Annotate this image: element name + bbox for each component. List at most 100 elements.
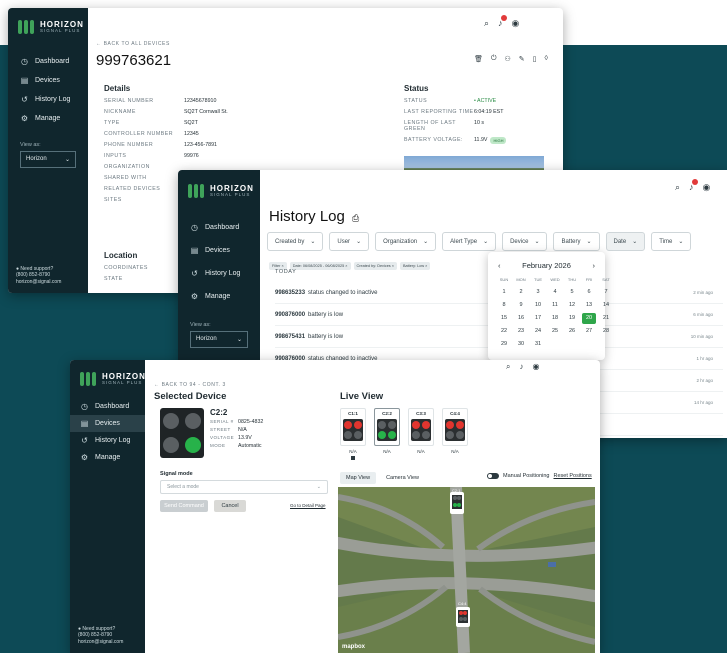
device-id[interactable]: 990876000 <box>275 312 305 318</box>
search-icon[interactable]: ⌕ <box>484 18 489 29</box>
sidebar-item-dashboard[interactable]: ◷ Dashboard <box>8 52 88 71</box>
brand-logo[interactable]: HORIZON SIGNAL PLUS <box>70 360 145 398</box>
filter-time[interactable]: Time ⌄ <box>651 232 692 251</box>
calendar-day[interactable]: 31 <box>531 339 545 350</box>
manual-positioning-toggle[interactable] <box>487 473 499 479</box>
calendar-day[interactable]: 27 <box>582 326 596 337</box>
document-icon[interactable]: ▯ <box>533 55 537 63</box>
filter-tag[interactable]: Battery: Low × <box>399 262 431 270</box>
calendar-day[interactable]: 24 <box>531 326 545 337</box>
filter-tag[interactable]: Date: 06/08/2025 - 06/08/2025 × <box>289 262 351 270</box>
calendar-day[interactable]: 25 <box>548 326 562 337</box>
calendar-day[interactable]: 4 <box>548 287 562 298</box>
calendar-day[interactable]: 7 <box>599 287 613 298</box>
sidebar-item-devices[interactable]: ▤ Devices <box>178 239 260 262</box>
calendar-day[interactable]: 12 <box>565 300 579 311</box>
prev-month-button[interactable]: ‹ <box>498 261 501 270</box>
filter-date[interactable]: Date ⌄ <box>605 232 646 251</box>
user-icon[interactable]: ⚇ <box>505 55 511 63</box>
filter-organization[interactable]: Organization ⌄ <box>375 232 437 251</box>
device-id[interactable]: 998635233 <box>275 290 305 296</box>
map-view[interactable]: C2:1 C4:4 mapbox <box>338 487 595 653</box>
notifications-icon[interactable]: ♪ <box>519 362 523 372</box>
calendar-day[interactable]: 17 <box>531 313 545 324</box>
alert-icon[interactable]: ◊ <box>545 55 548 63</box>
calendar-day[interactable]: 23 <box>514 326 528 337</box>
calendar-day[interactable]: 19 <box>565 313 579 324</box>
notifications-icon[interactable]: ♪ <box>498 15 507 29</box>
sidebar-item-history-log[interactable]: ↺ History Log <box>178 262 260 285</box>
filter-alert-type[interactable]: Alert Type ⌄ <box>442 232 497 251</box>
live-signal-3[interactable]: C3:3 N/A <box>408 408 434 460</box>
filter-device[interactable]: Device ⌄ <box>502 232 548 251</box>
back-link[interactable]: ← BACK TO 94 - CONT. 3 <box>154 382 226 388</box>
filter-battery[interactable]: Battery ⌄ <box>553 232 600 251</box>
map-signal-label: C2:1 <box>452 488 461 493</box>
live-signal-2[interactable]: C2:2 N/A <box>374 408 400 460</box>
calendar-day[interactable]: 2 <box>514 287 528 298</box>
brand-logo[interactable]: HORIZON SIGNAL PLUS <box>178 170 260 212</box>
sidebar-item-devices[interactable]: ▤ Devices <box>70 415 145 432</box>
sidebar-item-manage[interactable]: ⚙ Manage <box>8 109 88 128</box>
sidebar-item-dashboard[interactable]: ◷ Dashboard <box>70 398 145 415</box>
view-as-select[interactable]: Horizon ⌄ <box>190 331 248 348</box>
calendar-day[interactable]: 6 <box>582 287 596 298</box>
calendar-day[interactable]: 9 <box>514 300 528 311</box>
live-signal-1[interactable]: C1:1 N/A <box>340 408 366 460</box>
calendar-day[interactable]: 8 <box>497 300 511 311</box>
calendar-day[interactable]: 29 <box>497 339 511 350</box>
filter-user[interactable]: User ⌄ <box>329 232 370 251</box>
calendar-day[interactable]: 26 <box>565 326 579 337</box>
tab-camera-view[interactable]: Camera View <box>380 472 425 484</box>
profile-icon[interactable]: ◉ <box>532 362 539 372</box>
support-email[interactable]: horizon@signal.com <box>16 279 61 286</box>
calendar-day[interactable]: 18 <box>548 313 562 324</box>
calendar-day[interactable]: 16 <box>514 313 528 324</box>
calendar-day[interactable]: 13 <box>582 300 596 311</box>
tab-map-view[interactable]: Map View <box>340 472 377 484</box>
edit-icon[interactable]: ✎ <box>519 55 525 63</box>
calendar-day[interactable]: 15 <box>497 313 511 324</box>
cancel-button[interactable]: Cancel <box>214 500 246 512</box>
search-icon[interactable]: ⌕ <box>506 362 510 372</box>
search-icon[interactable]: ⌕ <box>675 182 680 193</box>
sidebar-item-devices[interactable]: ▤ Devices <box>8 71 88 90</box>
filter-tag[interactable]: Created by: Devices × <box>353 262 397 270</box>
filter-created-by[interactable]: Created by ⌄ <box>267 232 324 251</box>
detail-key: STATE <box>104 276 123 282</box>
next-month-button[interactable]: › <box>593 261 596 270</box>
calendar-day[interactable]: 30 <box>514 339 528 350</box>
sidebar-item-dashboard[interactable]: ◷ Dashboard <box>178 216 260 239</box>
calendar-day-selected[interactable]: 20 <box>582 313 596 324</box>
brand-logo[interactable]: HORIZON SIGNAL PLUS <box>8 8 88 46</box>
calendar-day[interactable]: 22 <box>497 326 511 337</box>
calendar-day[interactable]: 10 <box>531 300 545 311</box>
support-email[interactable]: horizon@signal.com <box>78 639 123 646</box>
reset-positions-link[interactable]: Reset Positions <box>553 473 591 479</box>
back-link[interactable]: ← BACK TO ALL DEVICES <box>96 41 556 47</box>
view-as-select[interactable]: Horizon ⌄ <box>20 151 76 168</box>
sidebar-item-history-log[interactable]: ↺ History Log <box>8 90 88 109</box>
calendar-day[interactable]: 14 <box>599 300 613 311</box>
delete-icon[interactable]: 🗑 <box>474 55 483 63</box>
calendar-day[interactable]: 11 <box>548 300 562 311</box>
export-icon[interactable]: ⎙ <box>352 213 359 223</box>
device-id[interactable]: 998675431 <box>275 334 305 340</box>
detail-key: ORGANIZATION <box>104 164 150 170</box>
profile-icon[interactable]: ◉ <box>512 18 520 29</box>
sidebar-item-manage[interactable]: ⚙ Manage <box>178 285 260 308</box>
send-command-button[interactable]: Send Command <box>160 500 208 512</box>
sidebar-item-history-log[interactable]: ↺ History Log <box>70 432 145 449</box>
power-icon[interactable]: ⏻ <box>491 55 497 63</box>
calendar-day[interactable]: 1 <box>497 287 511 298</box>
calendar-day[interactable]: 28 <box>599 326 613 337</box>
calendar-day[interactable]: 3 <box>531 287 545 298</box>
notifications-icon[interactable]: ♪ <box>689 179 698 193</box>
profile-icon[interactable]: ◉ <box>703 182 711 193</box>
detail-page-link[interactable]: Go to Detail Page <box>290 503 326 508</box>
calendar-day[interactable]: 5 <box>565 287 579 298</box>
calendar-day[interactable]: 21 <box>599 313 613 324</box>
signal-mode-select[interactable]: Select a mode ⌄ <box>160 480 328 494</box>
live-signal-4[interactable]: C4:4 N/A <box>442 408 468 460</box>
sidebar-item-manage[interactable]: ⚙ Manage <box>70 449 145 466</box>
